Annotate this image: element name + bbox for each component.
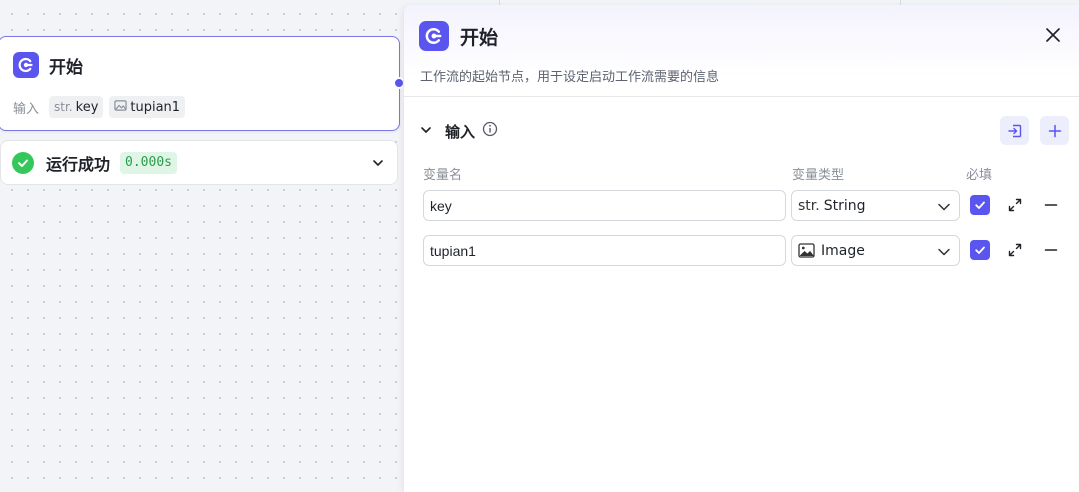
chip-name: key <box>75 99 99 115</box>
chip-name: tupian1 <box>130 99 181 115</box>
import-icon <box>1007 124 1021 137</box>
expand-icon[interactable] <box>1007 242 1023 262</box>
section-title: 输入 <box>445 122 476 141</box>
panel-header: 开始 工作流的起始节点，用于设定启动工作流需要的信息 <box>404 5 1079 97</box>
input-chip-tupian1: tupian1 <box>109 96 186 118</box>
remove-variable-icon[interactable] <box>1043 242 1059 262</box>
image-icon <box>114 99 128 116</box>
input-chip-key: str. key <box>49 96 104 118</box>
inputs-label: 输入 <box>13 101 40 117</box>
run-status-card[interactable]: 运行成功 0.000s <box>0 140 398 185</box>
variable-type-select[interactable]: str. String <box>791 190 960 221</box>
remove-variable-icon[interactable] <box>1043 197 1059 217</box>
start-node-title: 开始 <box>49 57 83 78</box>
image-icon <box>798 243 815 258</box>
close-icon[interactable] <box>1045 27 1061 47</box>
required-checkbox[interactable] <box>970 195 990 215</box>
run-status-label: 运行成功 <box>46 154 111 174</box>
add-variable-button[interactable] <box>1040 116 1069 145</box>
variable-name-input[interactable] <box>423 190 786 221</box>
panel-description: 工作流的起始节点，用于设定启动工作流需要的信息 <box>420 70 720 85</box>
chevron-down-icon <box>937 246 951 262</box>
start-node-inputs: 输入 str. key tupian1 <box>13 96 186 118</box>
inputs-section-header: 输入 <box>419 115 1069 147</box>
chevron-down-icon[interactable] <box>419 122 433 141</box>
variable-row: str. String <box>423 190 1063 221</box>
import-variables-button[interactable] <box>1000 116 1029 145</box>
run-duration-badge: 0.000s <box>120 151 177 174</box>
chevron-down-icon <box>937 201 951 217</box>
variable-type-value: String <box>823 197 866 214</box>
variable-type-select[interactable]: Image <box>791 235 960 266</box>
start-node-header: 开始 <box>13 51 83 79</box>
variable-type-value: Image <box>821 242 865 259</box>
string-type-label: str. <box>54 100 73 114</box>
start-node-icon <box>13 52 39 78</box>
variable-name-input[interactable] <box>423 235 786 266</box>
required-checkbox[interactable] <box>970 240 990 260</box>
chevron-down-icon[interactable] <box>371 155 385 174</box>
string-type-label: str. <box>798 197 820 214</box>
expand-icon[interactable] <box>1007 197 1023 217</box>
info-icon[interactable] <box>482 121 498 141</box>
variable-row: Image <box>423 235 1063 266</box>
column-header-name: 变量名 <box>423 168 463 183</box>
plus-icon <box>1048 124 1061 137</box>
start-node-icon <box>419 21 449 51</box>
node-detail-panel: 开始 工作流的起始节点，用于设定启动工作流需要的信息 输入 变量名 变量类型 必… <box>403 5 1079 492</box>
start-node-card[interactable]: 开始 输入 str. key tupian1 <box>0 36 405 131</box>
panel-title: 开始 <box>460 26 499 49</box>
success-check-icon <box>12 151 34 174</box>
column-header-required: 必填 <box>966 168 993 183</box>
column-header-type: 变量类型 <box>792 168 845 183</box>
